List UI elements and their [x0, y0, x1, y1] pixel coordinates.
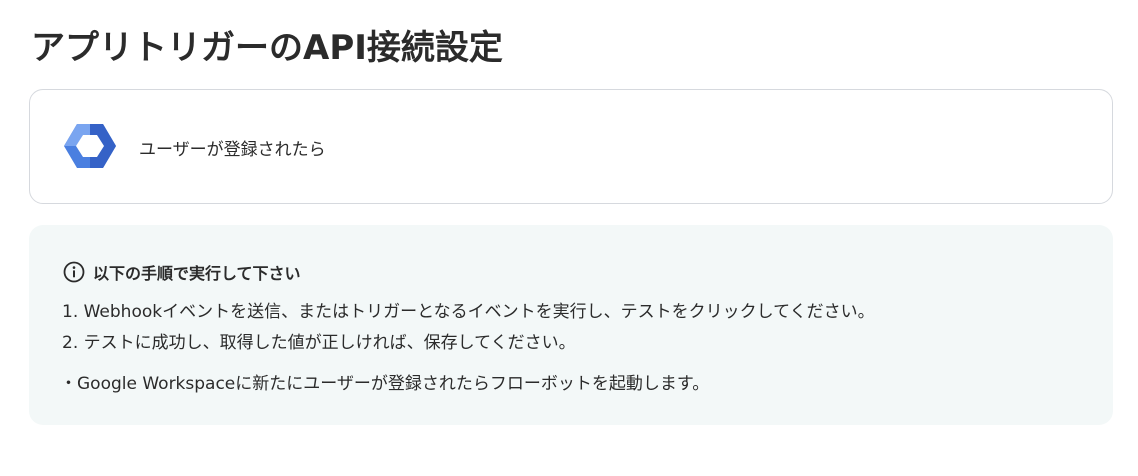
- instructions-panel: 以下の手順で実行して下さい 1. Webhookイベントを送信、またはトリガーと…: [29, 225, 1113, 425]
- instructions-heading-text: 以下の手順で実行して下さい: [93, 264, 301, 283]
- instruction-note: ・Google Workspaceに新たにユーザーが登録されたらフローボットを起…: [60, 374, 710, 394]
- instruction-step-1: 1. Webhookイベントを送信、またはトリガーとなるイベントを実行し、テスト…: [62, 302, 875, 322]
- page: アプリトリガーのAPI接続設定 ユーザーが登録されたら 以下の手順で実行して下さ…: [0, 0, 1138, 476]
- instructions-heading: 以下の手順で実行して下さい: [63, 260, 301, 284]
- instruction-step-2: 2. テストに成功し、取得した値が正しければ、保存してください。: [62, 333, 576, 353]
- google-workspace-icon: [64, 124, 116, 168]
- trigger-card[interactable]: ユーザーが登録されたら: [29, 89, 1113, 204]
- page-title: アプリトリガーのAPI接続設定: [31, 28, 503, 68]
- trigger-label: ユーザーが登録されたら: [139, 140, 326, 160]
- info-icon: [63, 261, 85, 283]
